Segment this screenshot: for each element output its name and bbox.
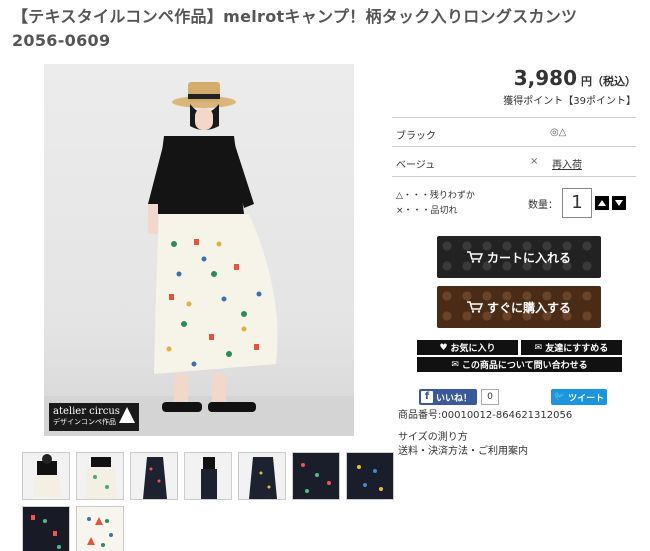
recommend-button[interactable]: ✉ 友達にすすめる (521, 340, 622, 355)
price: 3,980 円（税込） (503, 66, 636, 90)
points-earned: 獲得ポイント【39ポイント】 (503, 96, 636, 107)
buy-now-label: すぐに購入する (486, 300, 571, 315)
restock-link[interactable]: 再入荷 (552, 156, 582, 171)
facebook-icon: f (421, 391, 433, 403)
heart-icon: ♥ (439, 342, 448, 353)
size-guide-link[interactable]: サイズの測り方 (398, 431, 572, 445)
add-to-cart-label: カートに入れる (486, 250, 571, 265)
quantity-stepper: 数量： 1 (528, 188, 626, 218)
thumbnail-9[interactable] (76, 506, 124, 551)
main-product-photo[interactable]: atelier circus デザインコンペ作品 (44, 64, 354, 436)
shipping-info-link[interactable]: 送料・決済方法・ご利用案内 (398, 445, 572, 459)
stock-status: × (530, 156, 539, 167)
atelier-circus-badge: atelier circus デザインコンペ作品 (49, 403, 139, 431)
variant-row-black: ブラック ◎△ (392, 117, 636, 147)
model-illustration (148, 82, 278, 412)
recommend-label: 友達にすすめる (545, 344, 609, 354)
price-suffix: 円（税込） (581, 75, 636, 88)
product-title-line1: 【テキスタイルコンペ作品】melrotキャンプ！柄タック入りロングスカンツ (12, 7, 578, 26)
cart-icon (466, 251, 483, 263)
thumbnail-4[interactable] (184, 452, 232, 500)
stock-status[interactable]: ◎△ (550, 127, 566, 138)
inquiry-label: この商品について問い合わせる (461, 361, 588, 371)
thumbnail-7[interactable] (346, 452, 394, 500)
mail-icon: ✉ (534, 342, 543, 353)
thumbnail-2[interactable] (76, 452, 124, 500)
thumbnail-3[interactable] (130, 452, 178, 500)
buy-now-button[interactable]: すぐに購入する (437, 286, 601, 328)
legend-few-left: △・・・残りわずか (396, 191, 475, 201)
facebook-like-count: 0 (481, 389, 499, 405)
stock-legend: △・・・残りわずか ×・・・品切れ (396, 189, 475, 219)
thumbnail-8[interactable] (22, 506, 70, 551)
legend-sold-out: ×・・・品切れ (396, 206, 458, 216)
thumbnail-1[interactable] (22, 452, 70, 500)
price-box: 3,980 円（税込） 獲得ポイント【39ポイント】 (503, 66, 636, 107)
quantity-up-icon[interactable] (595, 196, 609, 210)
variant-table: ブラック ◎△ ベージュ × 再入荷 (392, 117, 636, 177)
price-value: 3,980 (513, 66, 577, 90)
twitter-bird-icon: 🐦 (553, 392, 566, 402)
mail-icon: ✉ (451, 359, 459, 370)
favorite-label: お気に入り (450, 344, 496, 354)
variant-row-beige: ベージュ × 再入荷 (392, 147, 636, 177)
variant-name: ブラック (396, 131, 436, 142)
facebook-like-label: いいね！ (436, 393, 473, 404)
thumbnail-5[interactable] (238, 452, 286, 500)
thumbnail-6[interactable] (292, 452, 340, 500)
tweet-label: ツイート (568, 393, 605, 404)
product-title-line2: 2056-0609 (12, 31, 111, 50)
product-code: 商品番号:00010012-864621312056 (398, 410, 573, 421)
cart-icon (466, 301, 483, 313)
quantity-input[interactable]: 1 (562, 188, 592, 218)
variant-name: ベージュ (396, 160, 436, 171)
product-info: 商品番号:00010012-864621312056 サイズの測り方 送料・決済… (398, 409, 572, 459)
tweet-button[interactable]: 🐦 ツイート (551, 389, 607, 405)
favorite-button[interactable]: ♥ お気に入り (417, 340, 518, 355)
add-to-cart-button[interactable]: カートに入れる (437, 236, 601, 278)
quantity-label: 数量： (528, 199, 558, 211)
product-title: 【テキスタイルコンペ作品】melrotキャンプ！柄タック入りロングスカンツ 20… (12, 5, 642, 53)
tent-icon (119, 407, 135, 423)
inquiry-button[interactable]: ✉ この商品について問い合わせる (417, 357, 622, 372)
quantity-down-icon[interactable] (612, 196, 626, 210)
facebook-like-button[interactable]: f いいね！ (419, 389, 477, 405)
